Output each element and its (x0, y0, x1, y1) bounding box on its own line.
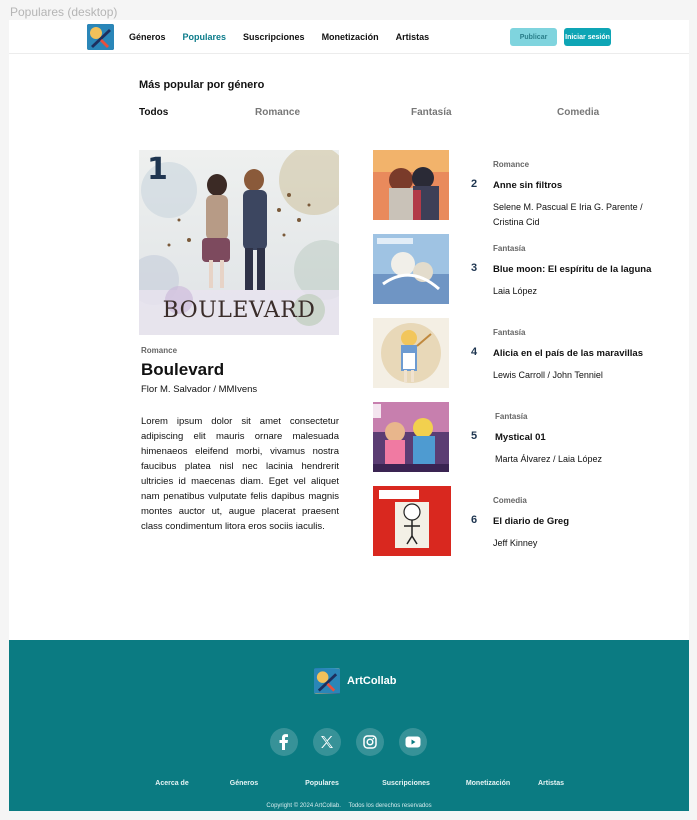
tab-fantasia[interactable]: Fantasía (411, 107, 452, 118)
nav-generos[interactable]: Géneros (129, 32, 166, 42)
list-authors: Jeff Kinney (493, 538, 538, 548)
social-links (270, 728, 430, 756)
list-rank: 3 (471, 262, 478, 274)
list-authors: Laia López (493, 286, 538, 296)
footer-link-generos[interactable]: Géneros (230, 780, 258, 787)
nav-monetizacion[interactable]: Monetización (322, 32, 379, 42)
footer-logo[interactable] (314, 668, 340, 694)
footer-brand: ArtCollab (347, 675, 397, 687)
footer: ArtCollab Acerca de Géneros Populares Su… (9, 640, 689, 811)
book-cover (373, 234, 449, 304)
logo-icon (87, 24, 114, 50)
featured-genre: Romance (141, 346, 178, 355)
featured-cover[interactable]: 1 BOULEVARD (139, 150, 339, 335)
list-authors: Selene M. Pascual E Iria G. Parente / Cr… (493, 202, 643, 227)
footer-link-artistas[interactable]: Artistas (538, 780, 564, 787)
list-item[interactable]: 4 Fantasía Alicia en el país de las mara… (373, 318, 683, 390)
list-rank: 4 (471, 346, 478, 358)
x-icon[interactable] (313, 728, 341, 756)
list-item[interactable]: 6 Comedia El diario de Greg Jeff Kinney (373, 486, 683, 558)
list-item[interactable]: 2 Romance Anne sin filtros Selene M. Pas… (373, 150, 683, 227)
nav-populares[interactable]: Populares (183, 32, 227, 42)
list-rank: 2 (471, 178, 478, 190)
section-title: Más popular por género (139, 79, 265, 91)
list-title: El diario de Greg (493, 516, 570, 527)
tab-todos[interactable]: Todos (139, 107, 168, 118)
list-genre: Fantasía (493, 244, 526, 253)
featured-title[interactable]: Boulevard (141, 360, 224, 380)
login-button[interactable]: Iniciar sesión (564, 28, 611, 46)
tab-romance[interactable]: Romance (255, 107, 300, 118)
page: Géneros Populares Suscripciones Monetiza… (9, 20, 689, 811)
featured-rank: 1 (147, 152, 168, 187)
book-cover (373, 402, 449, 472)
frame-label: Populares (desktop) (10, 5, 118, 19)
main-nav: Géneros Populares Suscripciones Monetiza… (129, 20, 446, 54)
publish-button[interactable]: Publicar (510, 28, 557, 46)
footer-link-monetizacion[interactable]: Monetización (466, 780, 510, 787)
youtube-icon[interactable] (399, 728, 427, 756)
footer-links: Acerca de Géneros Populares Suscripcione… (9, 780, 689, 790)
header: Géneros Populares Suscripciones Monetiza… (9, 20, 689, 54)
list-genre: Fantasía (493, 328, 526, 337)
book-cover (373, 150, 449, 220)
instagram-icon[interactable] (356, 728, 384, 756)
copyright-text: Copyright © 2024 ArtCollab. (266, 803, 341, 809)
book-cover (373, 486, 451, 556)
list-title: Alicia en el país de las maravillas (493, 348, 643, 359)
book-cover (373, 318, 449, 388)
footer-link-suscripciones[interactable]: Suscripciones (382, 780, 430, 787)
facebook-icon[interactable] (270, 728, 298, 756)
genre-tabs: Todos Romance Fantasía Comedia (139, 107, 599, 121)
copyright: Copyright © 2024 ArtCollab. Todos los de… (9, 803, 689, 809)
list-genre: Romance (493, 160, 530, 169)
list-title: Anne sin filtros (493, 180, 563, 191)
list-genre: Fantasía (495, 412, 528, 421)
rights-text: Todos los derechos reservados (348, 803, 432, 809)
list-rank: 6 (471, 514, 478, 526)
list-rank: 5 (471, 430, 478, 442)
featured-description: Lorem ipsum dolor sit amet consectetur a… (141, 416, 339, 532)
nav-suscripciones[interactable]: Suscripciones (243, 32, 305, 42)
list-authors: Marta Álvarez / Laia López (495, 454, 603, 464)
nav-artistas[interactable]: Artistas (396, 32, 430, 42)
featured-authors: Flor M. Salvador / MMIvens (141, 384, 258, 395)
list-item[interactable]: 3 Fantasía Blue moon: El espíritu de la … (373, 234, 683, 306)
footer-link-acerca[interactable]: Acerca de (155, 780, 188, 787)
list-title: Mystical 01 (495, 432, 546, 443)
list-title: Blue moon: El espíritu de la laguna (493, 264, 652, 275)
logo-icon (314, 668, 340, 694)
tab-comedia[interactable]: Comedia (557, 107, 599, 118)
artcollab-logo[interactable] (87, 24, 114, 50)
list-genre: Comedia (493, 496, 527, 505)
list-item[interactable]: 5 Fantasía Mystical 01 Marta Álvarez / L… (373, 402, 683, 474)
footer-link-populares[interactable]: Populares (305, 780, 339, 787)
list-authors: Lewis Carroll / John Tenniel (493, 370, 603, 380)
featured-cover-title: BOULEVARD (162, 298, 316, 323)
